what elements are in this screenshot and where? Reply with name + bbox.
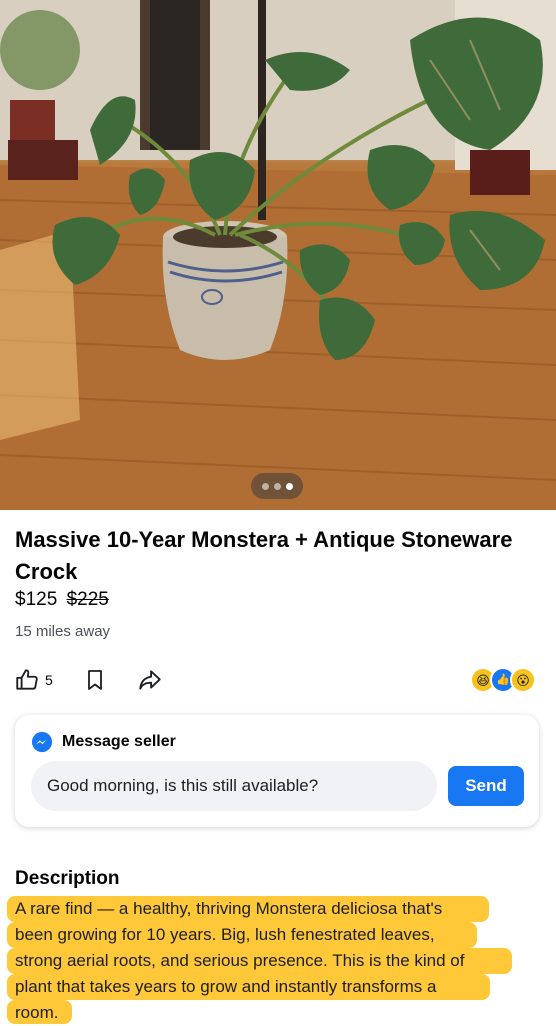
- share-icon: [139, 670, 161, 690]
- description-line: plant that takes years to grow and insta…: [15, 977, 437, 996]
- description-heading: Description: [15, 868, 120, 889]
- distance-label: 15 miles away: [15, 623, 111, 640]
- thumbs-up-icon: [16, 669, 38, 690]
- listing-photo[interactable]: [0, 0, 556, 510]
- send-button[interactable]: Send: [448, 766, 524, 806]
- listing-title: Massive 10-Year Monstera + Antique Stone…: [15, 527, 513, 584]
- carousel-dot: [273, 482, 281, 490]
- current-price: $125: [15, 589, 58, 610]
- description-line: strong aerial roots, and serious presenc…: [15, 951, 465, 970]
- carousel-dot-active: [285, 482, 293, 490]
- share-button[interactable]: [137, 667, 163, 693]
- save-button[interactable]: [83, 667, 107, 693]
- like-button[interactable]: 5: [14, 667, 53, 693]
- like-count: 5: [45, 672, 53, 688]
- description-section: A rare find — a healthy, thriving Monste…: [7, 896, 545, 1026]
- photo-carousel-indicator[interactable]: [251, 473, 303, 499]
- description-line: room.: [15, 1003, 59, 1022]
- description-line: been growing for 10 years. Big, lush fen…: [15, 925, 435, 944]
- price-row: $125 $225: [15, 589, 109, 611]
- carousel-dot: [261, 482, 269, 490]
- original-price: $225: [66, 589, 109, 610]
- message-seller-card: Message seller Good morning, is this sti…: [15, 715, 539, 827]
- message-seller-label: Message seller: [62, 733, 176, 750]
- wow-reaction-icon: 😮: [510, 667, 536, 693]
- bookmark-icon: [87, 670, 102, 690]
- description-body: A rare find — a healthy, thriving Monste…: [15, 896, 545, 1026]
- action-bar: 5: [14, 665, 163, 695]
- message-seller-header: Message seller: [31, 731, 176, 753]
- monstera-plant-image: [0, 0, 556, 510]
- reactions-summary[interactable]: 😆 👍 😮: [470, 667, 536, 693]
- message-input[interactable]: Good morning, is this still available?: [31, 761, 437, 811]
- messenger-icon: [31, 731, 53, 753]
- description-line: A rare find — a healthy, thriving Monste…: [15, 899, 443, 918]
